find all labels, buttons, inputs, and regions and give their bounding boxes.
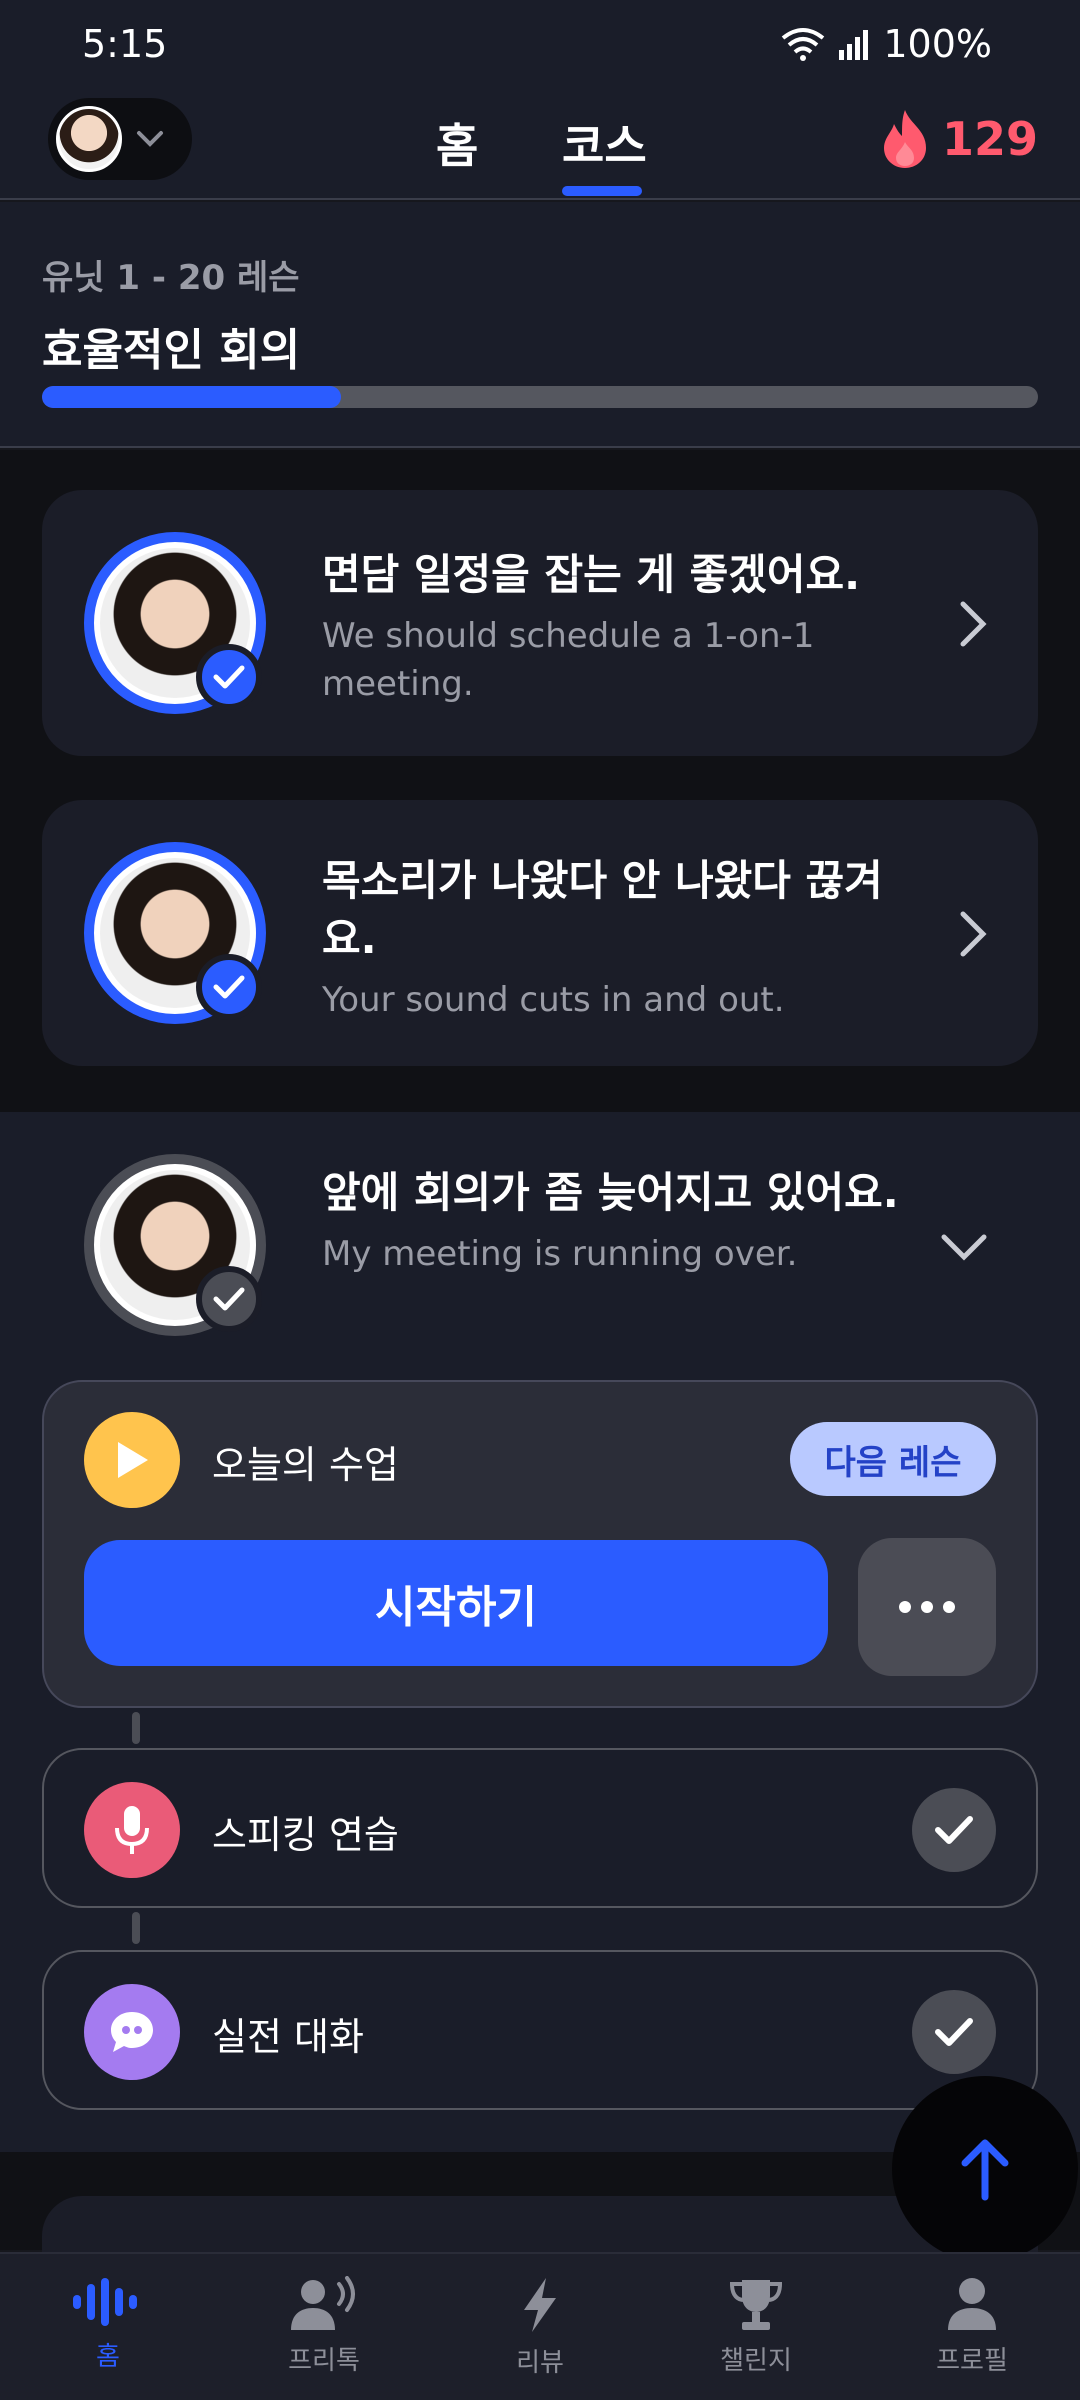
lesson-avatar <box>84 1154 266 1336</box>
tab-home[interactable]: 홈 <box>436 110 478 176</box>
person-icon <box>948 2278 996 2330</box>
unit-header: 유닛 1 - 20 레슨 효율적인 회의 <box>0 202 1080 448</box>
step-label: 실전 대화 <box>212 2015 364 2059</box>
arrow-up-icon <box>961 2139 1009 2201</box>
step-connector <box>132 1712 140 1744</box>
nav-challenge[interactable]: 챌린지 <box>676 2276 836 2377</box>
unit-subtitle: 유닛 1 - 20 레슨 <box>42 258 300 298</box>
top-bar: 홈 코스 129 <box>0 90 1080 200</box>
lightning-icon <box>524 2278 556 2332</box>
step-speaking-practice[interactable]: 스피킹 연습 <box>42 1748 1038 1908</box>
lesson-english: We should schedule a 1-on-1 meeting. <box>322 616 815 704</box>
battery-level: 100% <box>883 22 992 66</box>
unit-title: 효율적인 회의 <box>42 325 301 376</box>
tab-course[interactable]: 코스 <box>562 110 647 176</box>
chevron-down-icon <box>137 131 163 147</box>
microphone-icon <box>84 1782 180 1878</box>
play-icon <box>84 1412 180 1508</box>
check-icon <box>912 1990 996 2074</box>
active-tab-indicator <box>562 186 642 196</box>
check-icon <box>912 1788 996 1872</box>
bottom-navigation: 홈 프리톡 리뷰 챌린지 프로필 <box>0 2252 1080 2400</box>
streak-count: 129 <box>941 112 1038 166</box>
expanded-lesson: 앞에 회의가 좀 늦어지고 있어요. My meeting is running… <box>0 1112 1080 2152</box>
avatar <box>56 106 122 172</box>
chat-bubble-icon <box>84 1984 180 2080</box>
profile-switcher[interactable] <box>48 98 192 180</box>
lesson-avatar <box>84 532 266 714</box>
nav-profile[interactable]: 프로필 <box>892 2276 1052 2377</box>
check-icon <box>196 954 262 1020</box>
lesson-korean: 면담 일정을 잡는 게 좋겠어요. <box>322 550 861 599</box>
more-options-button[interactable] <box>858 1538 996 1676</box>
chevron-down-icon[interactable] <box>940 1232 988 1262</box>
status-bar: 5:15 100% <box>0 0 1080 90</box>
lesson-avatar <box>84 842 266 1024</box>
check-icon <box>196 1266 262 1332</box>
lesson-card[interactable]: 목소리가 나왔다 안 나왔다 끊겨요. Your sound cuts in a… <box>42 800 1038 1066</box>
nav-freetalk[interactable]: 프리톡 <box>244 2276 404 2377</box>
chevron-right-icon <box>960 601 987 647</box>
wifi-icon <box>782 28 825 61</box>
step-real-conversation[interactable]: 실전 대화 <box>42 1950 1038 2110</box>
lesson-english: Your sound cuts in and out. <box>322 980 785 1020</box>
trophy-icon <box>729 2280 783 2330</box>
today-lesson-label: 오늘의 수업 <box>212 1443 399 1487</box>
flame-icon <box>883 110 926 168</box>
step-connector <box>132 1912 140 1944</box>
lesson-card[interactable]: 면담 일정을 잡는 게 좋겠어요. We should schedule a 1… <box>42 490 1038 756</box>
status-time: 5:15 <box>82 22 168 66</box>
streak-counter[interactable]: 129 <box>880 108 1038 170</box>
waveform-icon <box>73 2278 137 2326</box>
lesson-korean: 목소리가 나왔다 안 나왔다 끊겨요. <box>322 856 883 963</box>
start-button[interactable]: 시작하기 <box>84 1540 828 1666</box>
nav-home[interactable]: 홈 <box>28 2276 188 2373</box>
more-dots-icon <box>899 1601 911 1613</box>
speaking-person-icon <box>291 2276 355 2330</box>
lesson-english: My meeting is running over. <box>322 1234 798 1274</box>
scroll-to-top-button[interactable] <box>892 2076 1078 2262</box>
step-label: 스피킹 연습 <box>212 1813 399 1857</box>
chevron-right-icon <box>960 911 987 957</box>
lesson-card-expanded[interactable]: 앞에 회의가 좀 늦어지고 있어요. My meeting is running… <box>42 1112 1038 1378</box>
lesson-korean: 앞에 회의가 좀 늦어지고 있어요. <box>322 1168 899 1217</box>
next-lesson-badge: 다음 레슨 <box>790 1422 996 1496</box>
nav-review[interactable]: 리뷰 <box>460 2276 620 2379</box>
unit-progress-fill <box>42 386 341 408</box>
unit-progress-bar <box>42 386 1038 408</box>
today-lesson-panel: 오늘의 수업 다음 레슨 시작하기 <box>42 1380 1038 1708</box>
signal-icon <box>839 30 869 60</box>
check-icon <box>196 644 262 710</box>
